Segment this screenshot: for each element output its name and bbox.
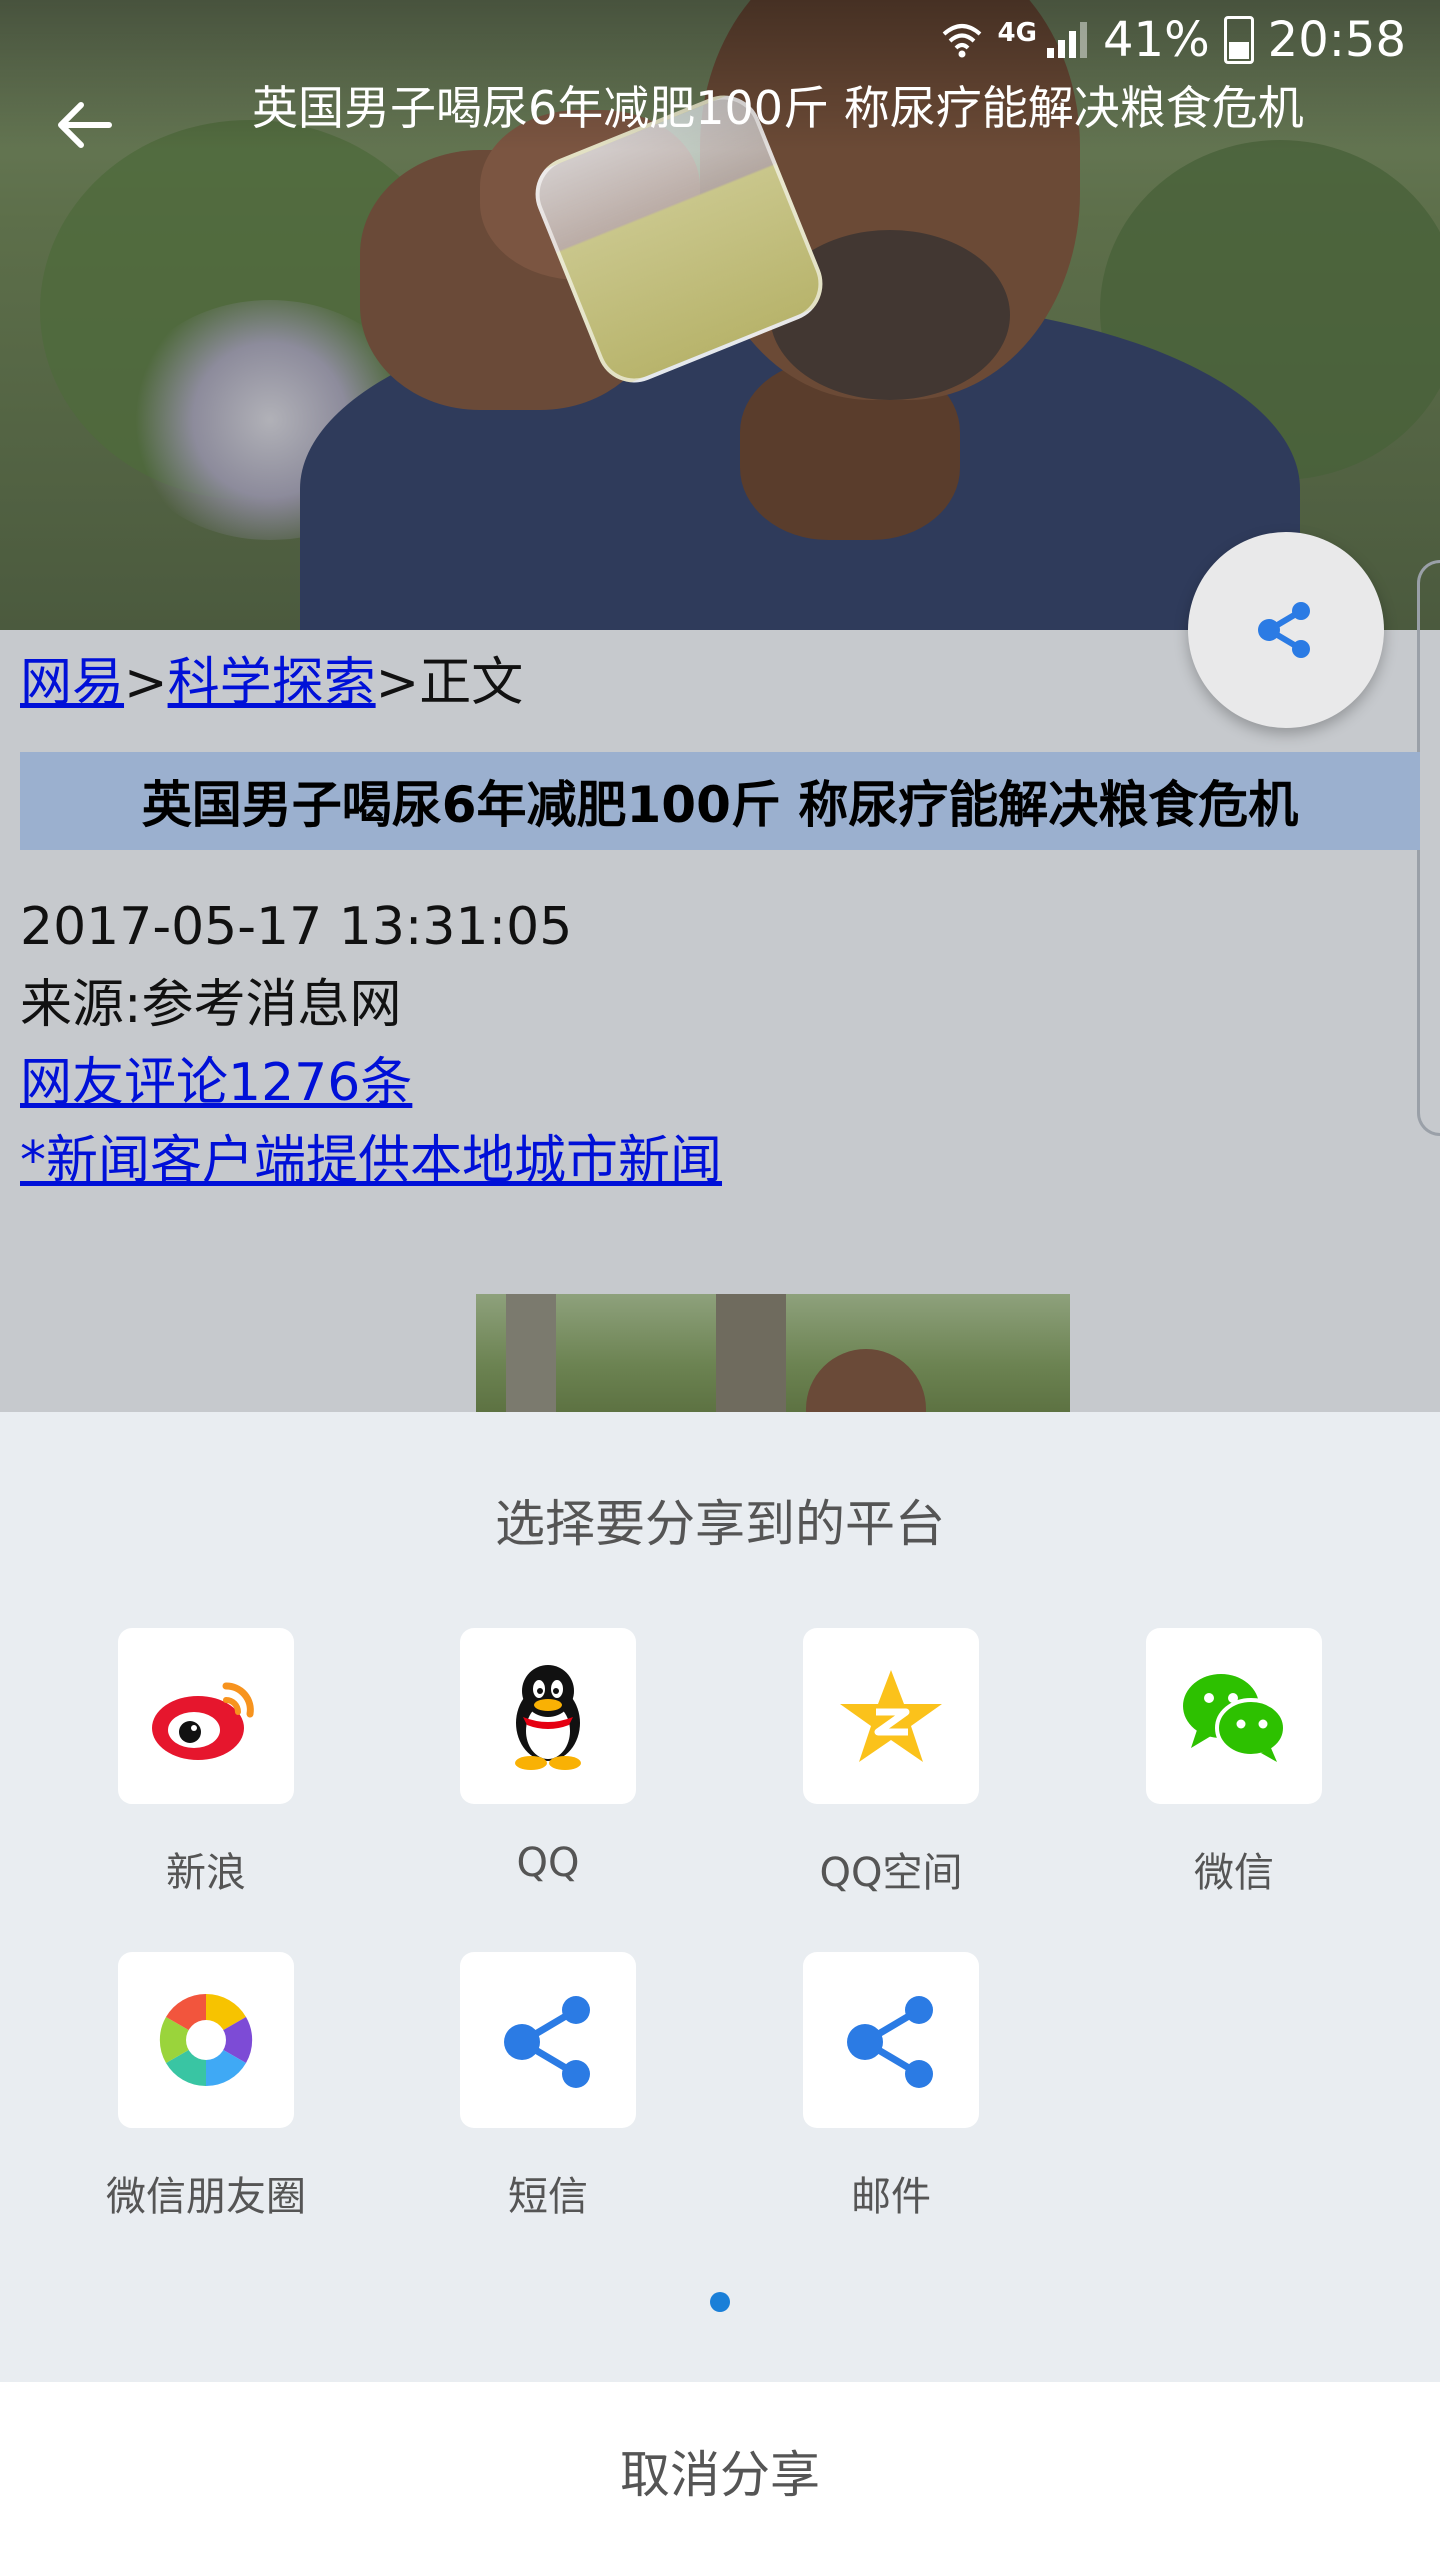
share-sheet-title: 选择要分享到的平台	[495, 1495, 945, 1553]
arrow-left-icon	[58, 102, 112, 148]
share-wechat-button[interactable]: 微信	[1146, 1628, 1322, 1896]
floating-share-button[interactable]	[1188, 532, 1384, 728]
cancel-share-button[interactable]: 取消分享	[0, 2382, 1440, 2560]
app-bar-title: 英国男子喝尿6年减肥100斤 称尿疗能解决粮食危机	[252, 81, 1304, 135]
qzone-icon	[840, 1670, 942, 1762]
battery-percent: 41%	[1102, 12, 1210, 68]
moments-icon	[159, 1993, 253, 2087]
breadcrumb: 网易>科学探索>正文	[20, 640, 523, 715]
promo-link[interactable]: *新闻客户端提供本地城市新闻	[20, 1122, 722, 1200]
article-image	[476, 1294, 1070, 1412]
share-weibo-button[interactable]: 新浪	[118, 1628, 294, 1896]
breadcrumb-current: 正文	[419, 653, 524, 713]
article-source: 来源:参考消息网	[20, 975, 402, 1035]
share-qzone-button[interactable]: QQ空间	[803, 1628, 979, 1896]
signal-icon	[1046, 22, 1087, 58]
app-bar: 英国男子喝尿6年减肥100斤 称尿疗能解决粮食危机	[0, 70, 1440, 190]
share-label: QQ空间	[819, 1850, 963, 1896]
share-label: 短信	[508, 2174, 588, 2220]
share-qq-button[interactable]: QQ	[460, 1628, 636, 1886]
share-icon	[504, 1996, 590, 2088]
wechat-icon	[1183, 1674, 1287, 1762]
comments-link[interactable]: 网友评论1276条	[20, 1044, 722, 1122]
article-headline: 英国男子喝尿6年减肥100斤 称尿疗能解决粮食危机	[141, 776, 1299, 834]
clock: 20:58	[1267, 12, 1406, 68]
battery-icon	[1223, 16, 1254, 64]
breadcrumb-separator: >	[375, 653, 420, 713]
article-meta: 2017-05-17 13:31:05 来源:参考消息网 网友评论1276条 *…	[20, 888, 722, 1200]
share-label: 微信朋友圈	[106, 2174, 306, 2220]
weibo-icon	[152, 1682, 254, 1760]
share-moments-button[interactable]: 微信朋友圈	[106, 1952, 306, 2220]
page-indicator-dot	[710, 2292, 730, 2312]
share-sms-button[interactable]: 短信	[460, 1952, 636, 2220]
back-button[interactable]	[40, 70, 130, 180]
qq-icon	[515, 1665, 581, 1770]
share-icon	[847, 1996, 933, 2088]
status-bar: 4G 41% 20:58	[0, 0, 1440, 80]
share-label: 微信	[1194, 1850, 1274, 1896]
wifi-icon	[942, 24, 981, 58]
breadcrumb-link-section[interactable]: 科学探索	[168, 653, 376, 713]
share-icon	[1258, 602, 1310, 658]
share-label: QQ	[516, 1840, 580, 1886]
network-type: 4G	[997, 18, 1037, 48]
share-label: 新浪	[166, 1850, 246, 1896]
share-email-button[interactable]: 邮件	[803, 1952, 979, 2220]
share-label: 邮件	[851, 2174, 931, 2220]
breadcrumb-separator: >	[124, 653, 168, 713]
breadcrumb-link-site[interactable]: 网易	[20, 653, 124, 713]
edge-panel-handle[interactable]	[1417, 560, 1440, 1136]
article-headline-band: 英国男子喝尿6年减肥100斤 称尿疗能解决粮食危机	[20, 752, 1420, 850]
share-sheet: 选择要分享到的平台 新浪 QQ QQ空间 微信 微信朋友圈 短信 邮件 取消分享	[0, 1412, 1440, 2560]
article-datetime: 2017-05-17 13:31:05	[20, 897, 573, 957]
